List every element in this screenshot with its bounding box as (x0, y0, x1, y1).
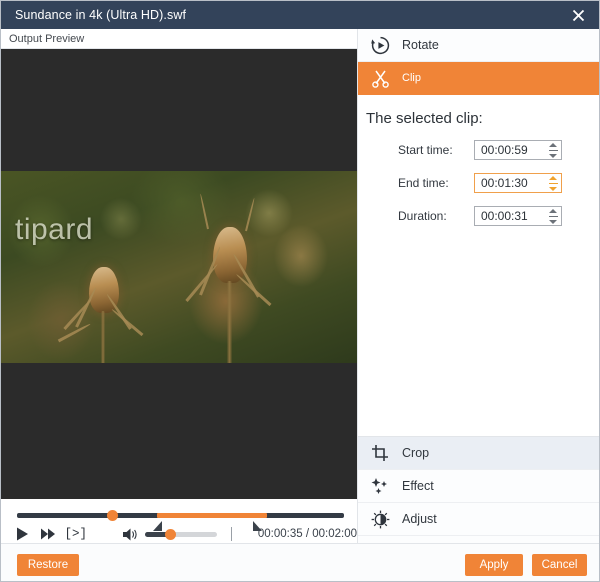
duration-spinner[interactable] (474, 206, 562, 226)
tool-label-crop: Crop (402, 446, 430, 460)
rotate-icon (358, 36, 402, 55)
title-bar: Sundance in 4k (Ultra HD).swf (1, 1, 599, 29)
end-time-spinner[interactable] (474, 173, 562, 193)
playback-controls: [>] 00:00:35 / 00:02:00 (1, 525, 357, 543)
clip-settings: The selected clip: Start time: End time: (358, 95, 599, 436)
chevron-down-icon (549, 187, 557, 191)
start-time-input[interactable] (475, 143, 541, 157)
fast-forward-icon (41, 528, 56, 540)
chevron-up-icon (549, 176, 557, 180)
tool-item-clip[interactable]: Clip (358, 62, 599, 95)
speaker-icon (123, 528, 137, 540)
preview-label-bar: Output Preview (1, 29, 357, 49)
time-readout: 00:00:35 / 00:02:00 (257, 528, 357, 540)
start-time-spinner[interactable] (474, 140, 562, 160)
preview-pane: Output Preview tipard [>] 00:00:35 / 00:… (1, 29, 357, 543)
stepper-divider (549, 216, 558, 217)
start-time-label: Start time: (398, 143, 453, 157)
restore-button[interactable]: Restore (17, 554, 79, 576)
volume-control[interactable] (123, 528, 218, 541)
end-time-label: End time: (398, 176, 449, 190)
tool-item-crop[interactable]: Crop (358, 437, 599, 470)
end-time-input[interactable] (475, 176, 541, 190)
tool-item-adjust[interactable]: Adjust (358, 503, 599, 536)
cancel-button[interactable]: Cancel (532, 554, 587, 576)
tool-label-rotate: Rotate (402, 38, 439, 52)
output-preview-label: Output Preview (9, 32, 85, 45)
play-button[interactable] (13, 525, 33, 543)
timeline-playhead[interactable] (107, 510, 118, 521)
snapshot-button[interactable]: [>] (65, 525, 88, 543)
field-duration: Duration: (358, 206, 599, 226)
field-start-time: Start time: (358, 140, 599, 160)
apply-button[interactable]: Apply (465, 554, 523, 576)
next-frame-button[interactable] (39, 525, 59, 543)
end-time-stepper[interactable] (549, 176, 558, 191)
clip-editor-window: Sundance in 4k (Ultra HD).swf Output Pre… (0, 0, 600, 582)
transport-bar: [>] 00:00:35 / 00:02:00 (1, 499, 357, 543)
footer-bar: Restore Apply Cancel (1, 543, 599, 581)
brightness-icon (358, 510, 402, 529)
stepper-divider (549, 150, 558, 151)
window-title: Sundance in 4k (Ultra HD).swf (15, 8, 187, 22)
video-frame: tipard (1, 171, 357, 363)
play-icon (17, 527, 29, 541)
clip-heading: The selected clip: (366, 110, 483, 127)
tools-panel: Rotate Clip The selected clip: Start tim… (357, 29, 599, 569)
close-button[interactable] (555, 1, 599, 29)
start-time-stepper[interactable] (549, 143, 558, 158)
field-end-time: End time: (358, 173, 599, 193)
video-stage[interactable]: tipard (1, 49, 357, 499)
volume-slider[interactable] (145, 528, 218, 540)
chevron-up-icon (549, 209, 557, 213)
tool-label-adjust: Adjust (402, 512, 437, 526)
chevron-down-icon (549, 154, 557, 158)
close-icon (572, 9, 584, 21)
duration-stepper[interactable] (549, 209, 558, 224)
chevron-up-icon (549, 143, 557, 147)
duration-input[interactable] (475, 209, 541, 223)
chevron-down-icon (549, 220, 557, 224)
timeline-selection (157, 513, 267, 518)
crop-icon (358, 444, 402, 462)
video-image (1, 171, 357, 363)
duration-label: Duration: (398, 209, 447, 223)
tool-label-effect: Effect (402, 479, 434, 493)
tool-item-effect[interactable]: Effect (358, 470, 599, 503)
volume-knob[interactable] (165, 528, 177, 540)
sparkle-icon (358, 477, 402, 495)
control-divider (231, 527, 232, 541)
timeline-track[interactable] (17, 510, 344, 521)
video-watermark: tipard (15, 213, 94, 246)
scissors-icon (358, 69, 402, 88)
tool-label-clip: Clip (402, 72, 421, 84)
stepper-divider (549, 183, 558, 184)
tool-item-rotate[interactable]: Rotate (358, 29, 599, 62)
snapshot-icon: [>] (64, 527, 88, 541)
